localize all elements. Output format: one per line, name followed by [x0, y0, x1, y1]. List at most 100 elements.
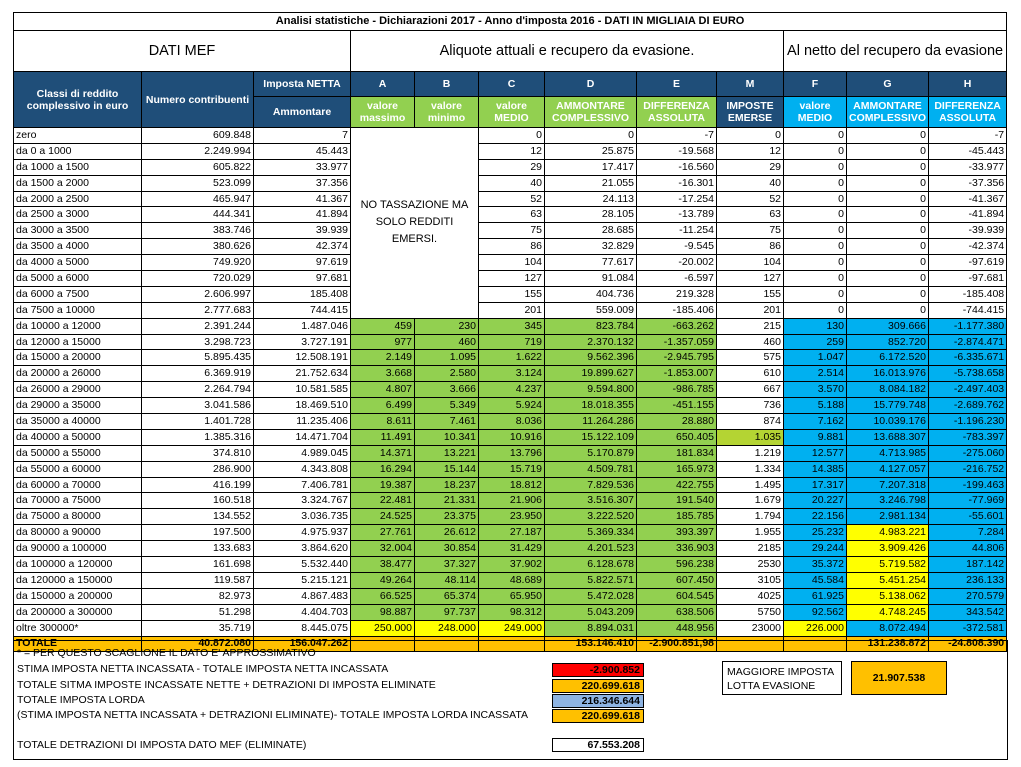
- cell-g: 5.138.062: [846, 587, 929, 605]
- table-row: da 60000 a 70000 416.199 7.406.781 19.387 18…: [13, 476, 1008, 494]
- cell-imposta: 8.445.075: [253, 619, 351, 637]
- cell-d: 2.370.132: [544, 333, 637, 351]
- cell-c: 27.187: [478, 524, 545, 542]
- cell-a: 8.611: [350, 413, 415, 430]
- cell-f: 61.925: [783, 587, 847, 605]
- cell-f: 0: [783, 254, 847, 272]
- cell-h: -185.408: [927, 285, 1008, 303]
- cell-numero: 35.719: [141, 619, 254, 637]
- cell-a: 24.525: [350, 508, 415, 526]
- cell-d: 5.822.571: [544, 571, 637, 589]
- cell-c: 10.916: [478, 428, 545, 446]
- cell-h: -6.335.671: [927, 349, 1008, 367]
- cell-f: 2.514: [783, 365, 847, 383]
- table-row: da 1500 a 2000 523.099 37.356 40 21.055 -16.3…: [13, 174, 1008, 192]
- cell-h: -37.356: [927, 174, 1008, 192]
- cell-e: -1.853.007: [636, 365, 717, 383]
- cell-h: -77.969: [927, 492, 1008, 510]
- cell-b: 7.461: [414, 413, 479, 430]
- cell-numero: 51.298: [141, 603, 254, 621]
- cell-c: 31.429: [478, 540, 545, 558]
- cell-m: 12: [716, 142, 784, 160]
- cell-numero: 2.391.244: [141, 317, 254, 335]
- summary-line-5: TOTALE DETRAZIONI DI IMPOSTA DATO MEF (E…: [17, 739, 307, 751]
- cell-c: 127: [478, 270, 545, 287]
- cell-f: 0: [783, 206, 847, 224]
- table-row: da 7500 a 10000 2.777.683 744.415 201 559.00…: [13, 301, 1008, 319]
- table-row: da 1000 a 1500 605.822 33.977 29 17.417 -16.5…: [13, 158, 1008, 176]
- cell-imposta: 3.036.735: [253, 508, 351, 526]
- table-row: da 35000 a 40000 1.401.728 11.235.406 8.611…: [13, 413, 1008, 430]
- cell-classe: da 1000 a 1500: [13, 158, 142, 176]
- table-row: da 20000 a 26000 6.369.919 21.752.634 3.668…: [13, 365, 1008, 383]
- section-dati-mef: DATI MEF: [13, 30, 351, 72]
- cell-c: 249.000: [478, 619, 545, 637]
- maggiore-imposta-label: MAGGIORE IMPOSTA LOTTA EVASIONE: [722, 661, 842, 695]
- cell-e: -7: [636, 127, 717, 144]
- cell-e: 191.540: [636, 492, 717, 510]
- cell-b: 18.237: [414, 476, 479, 494]
- cell-imposta: 4.989.045: [253, 444, 351, 462]
- cell-imposta: 3.727.191: [253, 333, 351, 351]
- cell-f: 25.232: [783, 524, 847, 542]
- cell-a: 4.807: [350, 381, 415, 399]
- cell-e: -16.301: [636, 174, 717, 192]
- cell-g: 3.246.798: [846, 492, 929, 510]
- cell-f: 14.385: [783, 460, 847, 478]
- header-numero-contribuenti: Numero contribuenti: [141, 71, 254, 128]
- cell-g: 0: [846, 238, 929, 256]
- cell-imposta: 5.215.121: [253, 571, 351, 589]
- summary-value-2: 220.699.618: [552, 679, 644, 693]
- table-row: da 80000 a 90000 197.500 4.975.937 27.761 26…: [13, 524, 1008, 542]
- cell-h: 187.142: [927, 556, 1008, 573]
- cell-b: 21.331: [414, 492, 479, 510]
- cell-e: -20.002: [636, 254, 717, 272]
- cell-h: 7.284: [927, 524, 1008, 542]
- cell-h: -5.738.658: [927, 365, 1008, 383]
- cell-m: 29: [716, 158, 784, 176]
- cell-d: 4.509.781: [544, 460, 637, 478]
- header-differenza-assoluta: DIFFERENZA ASSOLUTA: [636, 96, 717, 128]
- cell-d: 5.170.879: [544, 444, 637, 462]
- cell-f: 259: [783, 333, 847, 351]
- footnote: * = PER QUESTO SCAGLIONE IL DATO E' APPR…: [17, 647, 316, 659]
- cell-a: 6.499: [350, 397, 415, 415]
- table-row: da 40000 a 50000 1.385.316 14.471.704 11.49…: [13, 428, 1008, 446]
- cell-c: 37.902: [478, 556, 545, 573]
- cell-e: 607.450: [636, 571, 717, 589]
- cell-f: 92.562: [783, 603, 847, 621]
- header-col-c: C: [478, 71, 545, 97]
- cell-numero: 374.810: [141, 444, 254, 462]
- cell-a: 19.387: [350, 476, 415, 494]
- cell-m: 215: [716, 317, 784, 335]
- table-row: da 150000 a 200000 82.973 4.867.483 66.525 6…: [13, 587, 1008, 605]
- cell-f: 0: [783, 270, 847, 287]
- cell-m: 2530: [716, 556, 784, 573]
- cell-classe: da 6000 a 7500: [13, 285, 142, 303]
- cell-classe: da 120000 a 150000: [13, 571, 142, 589]
- cell-imposta: 97.619: [253, 254, 351, 272]
- cell-m: 736: [716, 397, 784, 415]
- cell-f: 7.162: [783, 413, 847, 430]
- cell-d: 18.018.355: [544, 397, 637, 415]
- cell-c: 29: [478, 158, 545, 176]
- cell-g: 0: [846, 127, 929, 144]
- cell-classe: da 4000 a 5000: [13, 254, 142, 272]
- cell-numero: 609.848: [141, 127, 254, 144]
- cell-h: -97.681: [927, 270, 1008, 287]
- cell-d: 32.829: [544, 238, 637, 256]
- cell-imposta: 744.415: [253, 301, 351, 319]
- table-row: da 15000 a 20000 5.895.435 12.508.191 2.149…: [13, 349, 1008, 367]
- cell-d: 19.899.627: [544, 365, 637, 383]
- header-valore-massimo: valore massimo: [350, 96, 415, 128]
- cell-classe: da 0 a 1000: [13, 142, 142, 160]
- cell-imposta: 18.469.510: [253, 397, 351, 415]
- cell-numero: 380.626: [141, 238, 254, 256]
- cell-g: 8.084.182: [846, 381, 929, 399]
- cell-g: 4.713.985: [846, 444, 929, 462]
- cell-c: 201: [478, 301, 545, 319]
- cell-numero: 465.947: [141, 190, 254, 208]
- table-row: zero 609.848 7 NO TASSAZIONE MA SOLO REDDIT…: [13, 127, 1008, 319]
- summary-line-2: TOTALE SITMA IMPOSTE INCASSATE NETTE + D…: [17, 679, 436, 691]
- cell-d: 9.594.800: [544, 381, 637, 399]
